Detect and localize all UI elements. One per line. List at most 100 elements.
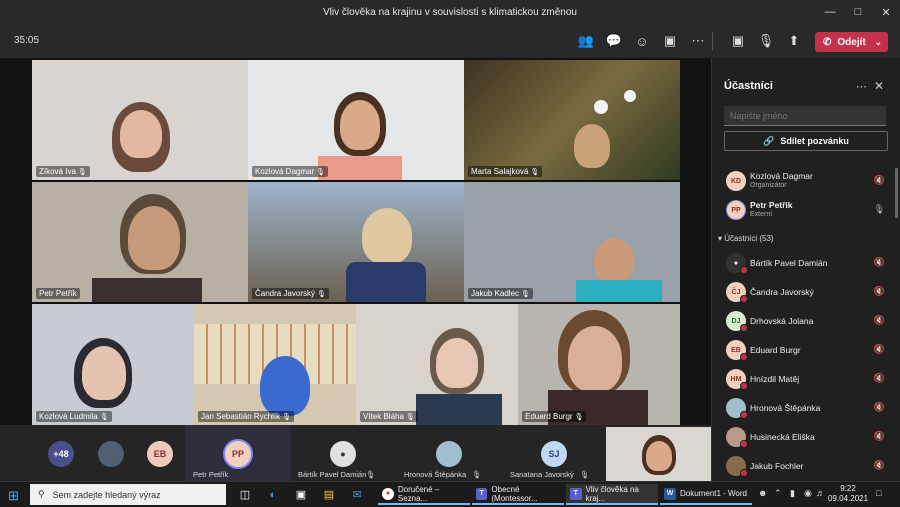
participant-row[interactable]: KD Kozlová Dagmar Organizátor 🔇	[724, 168, 889, 194]
section-label: Účastníci (53)	[724, 234, 774, 243]
edge-icon[interactable]: ◐	[264, 486, 282, 503]
more-participants-button[interactable]: +48	[48, 441, 74, 467]
battery-icon[interactable]: ▮	[790, 488, 795, 499]
video-tile[interactable]: Jakub Kadlec 🎙	[464, 182, 680, 302]
mic-icon: 🎙	[574, 414, 584, 421]
mic-icon: 🎙	[316, 169, 326, 176]
attendees-section-header[interactable]: ▾ Účastníci (53)	[718, 234, 774, 243]
status-dot	[740, 411, 748, 419]
taskbar-app-active[interactable]: T Vliv člověka na kraj...	[566, 484, 658, 505]
close-panel-icon[interactable]: ✕	[874, 79, 884, 93]
participant-name: Čandra Javorský	[255, 289, 316, 298]
store-icon[interactable]: ▣	[292, 486, 310, 503]
camera-icon[interactable]: ▣	[724, 30, 752, 52]
rooms-icon[interactable]: ▣	[656, 30, 684, 52]
minimize-icon[interactable]: —	[816, 0, 844, 24]
leave-button[interactable]: ✆ Odejít ⌄	[815, 32, 888, 52]
teams-icon: T	[476, 487, 488, 500]
chat-icon[interactable]: 💬	[600, 30, 628, 52]
participant-row[interactable]: HM Hnízdil Matěj 🔇	[724, 366, 889, 392]
notifications-icon[interactable]: □	[876, 488, 881, 498]
network-icon[interactable]: ◉	[804, 488, 812, 499]
taskbar-app[interactable]: T Obecné (Montessor...	[472, 484, 564, 505]
taskbar-app[interactable]: W Dokument1 - Word	[660, 484, 752, 505]
share-screen-icon[interactable]: ⬆	[780, 30, 808, 52]
participant-name: Zíková Iva	[39, 167, 76, 176]
mic-off-icon[interactable]: 🎙	[752, 30, 780, 52]
more-options-icon[interactable]: ⋯	[856, 80, 867, 93]
scrollbar[interactable]	[895, 168, 898, 218]
participants-icon[interactable]: 👥	[572, 30, 600, 52]
mic-off-icon: 🎙	[580, 470, 590, 479]
avatar[interactable]: ●	[330, 441, 356, 467]
participant-row[interactable]: Jakub Fochler 🔇	[724, 453, 889, 479]
search-input[interactable]	[724, 106, 886, 126]
video-tile[interactable]: Petr Petřík	[32, 182, 248, 302]
mail-icon[interactable]: ✉	[348, 486, 366, 503]
participant-row[interactable]: DJ Drhovská Jolana 🔇	[724, 308, 889, 334]
mic-off-icon: 🔇	[873, 373, 885, 383]
participant-row[interactable]: ČJ Čandra Javorský 🔇	[724, 279, 889, 305]
chevron-up-icon[interactable]: ⌃	[774, 488, 782, 499]
status-dot	[740, 324, 748, 332]
avatar[interactable]	[436, 441, 462, 467]
participant-role: Organizátor	[750, 182, 787, 189]
video-tile[interactable]: Zíková Iva 🎙	[32, 60, 248, 180]
status-dot	[740, 266, 748, 274]
video-tile[interactable]: Eduard Burgr 🎙	[518, 304, 680, 425]
video-tile[interactable]: Kozlová Ludmila 🎙	[32, 304, 194, 425]
clock[interactable]: 9:22 09.04.2021	[828, 484, 868, 504]
video-tile[interactable]: Marta Salajková 🎙	[464, 60, 680, 180]
more-actions-icon[interactable]: ⋯	[684, 30, 712, 52]
participants-panel: Účastníci ⋯ ✕ 🔗 Sdílet pozvánku KD Kozlo…	[711, 58, 900, 481]
share-invite-button[interactable]: 🔗 Sdílet pozvánku	[724, 131, 888, 151]
panel-title: Účastníci	[724, 80, 773, 92]
avatar[interactable]	[98, 441, 124, 467]
window-title: Vliv člověka na krajinu v souvislosti s …	[323, 6, 577, 18]
participant-name: Petr Petřík	[750, 200, 793, 210]
participant-name: Kozlová Dagmar	[750, 171, 813, 181]
participant-row[interactable]: EB Eduard Burgr 🔇	[724, 337, 889, 363]
video-tile[interactable]: Vítek Bláha 🎙	[356, 304, 518, 425]
avatar: KD	[726, 171, 746, 191]
taskbar-search-text: Sem zadejte hledaný výraz	[52, 489, 161, 500]
maximize-icon[interactable]: □	[844, 0, 872, 24]
taskbar-app[interactable]: ● Doručené – Sezna...	[378, 484, 470, 505]
participant-name: Eduard Burgr	[525, 412, 573, 421]
close-icon[interactable]: ✕	[872, 0, 900, 24]
task-view-icon[interactable]: ◫	[236, 486, 254, 503]
participant-name: Marta Salajková	[471, 167, 529, 176]
participant-row[interactable]: Husinecká Eliška 🔇	[724, 424, 889, 450]
avatar[interactable]: EB	[147, 441, 173, 467]
participant-name: Hnízdil Matěj	[750, 374, 800, 384]
video-tile[interactable]: Jan Sebastián Rychlík 🎙	[194, 304, 356, 425]
link-icon: 🔗	[763, 135, 775, 146]
toolbar-divider	[712, 32, 713, 50]
participant-row[interactable]: Hronová Štěpánka 🔇	[724, 395, 889, 421]
participant-row[interactable]: ● Bártík Pavel Damián 🔇	[724, 250, 889, 276]
mic-off-icon: 🔇	[873, 344, 885, 354]
reactions-icon[interactable]: ☺	[628, 30, 656, 52]
participant-row[interactable]: PP Petr Petřík Externí 🎙	[724, 197, 889, 223]
chevron-down-icon[interactable]: ⌄	[874, 37, 882, 48]
taskbar: ⊞ ⚲ Sem zadejte hledaný výraz ◫ ◐ ▣ ▤ ✉ …	[0, 481, 900, 507]
person-icon[interactable]: ☻	[758, 488, 767, 498]
folder-icon[interactable]: ▤	[320, 486, 338, 503]
taskbar-search[interactable]: ⚲ Sem zadejte hledaný výraz	[30, 484, 226, 505]
speaking-tile[interactable]: PP Petr Petřík	[185, 425, 291, 481]
video-tile[interactable]: Kozlová Dagmar 🎙	[248, 60, 464, 180]
chrome-icon: ●	[382, 487, 394, 500]
mic-icon: 🎙	[77, 169, 87, 176]
volume-icon[interactable]: ♬	[816, 488, 825, 498]
meeting-toolbar: 35:05 👥 💬 ☺ ▣ ⋯ ▣ 🎙 ⬆	[0, 24, 900, 58]
status-dot	[740, 469, 748, 477]
participant-name: Bártík Pavel Damián	[750, 258, 828, 268]
windows-start-icon[interactable]: ⊞	[8, 488, 19, 504]
participant-name: Kozlová Ludmila	[39, 412, 98, 421]
self-video-tile[interactable]	[606, 427, 711, 481]
video-tile[interactable]: Čandra Javorský 🎙	[248, 182, 464, 302]
participant-name: Jakub Fochler	[750, 461, 804, 471]
participant-name: Petr Petřík	[39, 289, 77, 298]
avatar[interactable]: SJ	[541, 441, 567, 467]
word-icon: W	[664, 487, 676, 500]
